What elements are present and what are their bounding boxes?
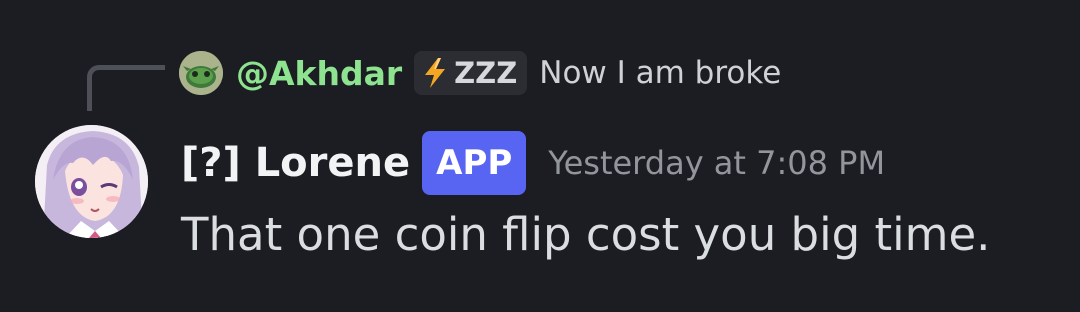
replied-message-preview[interactable]: @Akhdar ZZZ Now I am broke — [179, 50, 781, 96]
reply-author-tag: ZZZ — [414, 51, 528, 95]
message-timestamp[interactable]: Yesterday at 7:08 PM — [548, 144, 885, 182]
reply-author-avatar[interactable] — [179, 51, 223, 95]
reply-connector-line — [87, 65, 165, 111]
author-name[interactable]: [?] Lorene — [181, 140, 410, 186]
author-avatar[interactable] — [35, 125, 148, 238]
app-badge: APP — [422, 131, 527, 195]
lightning-bolt-icon — [425, 58, 446, 88]
reply-author-name[interactable]: @Akhdar — [236, 54, 402, 93]
reply-message-text[interactable]: Now I am broke — [539, 55, 781, 91]
message-header: [?] Lorene APP Yesterday at 7:08 PM — [181, 131, 885, 195]
chat-message: @Akhdar ZZZ Now I am broke [?] Lorene AP… — [0, 0, 1080, 312]
message-content: That one coin flip cost you big time. — [181, 208, 991, 261]
reply-tag-text: ZZZ — [454, 56, 518, 90]
